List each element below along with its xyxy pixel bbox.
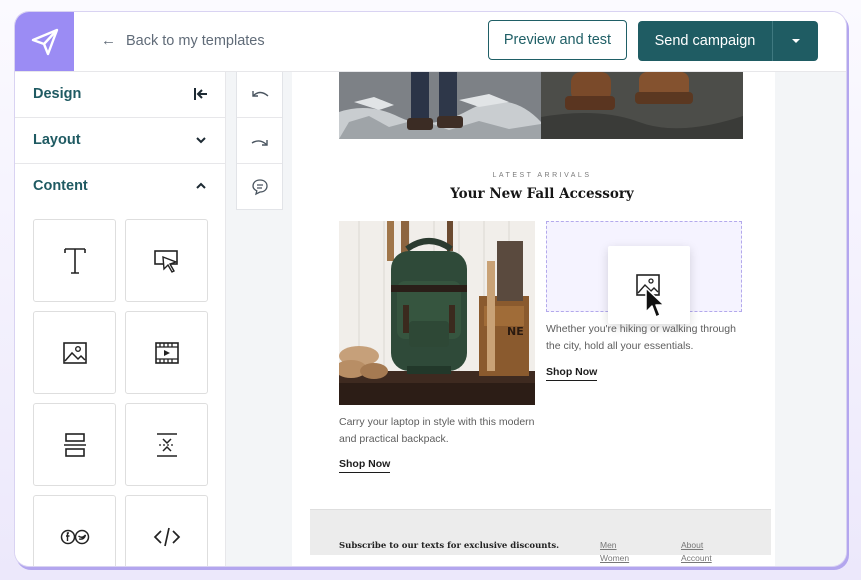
spacer-block[interactable] (125, 403, 208, 486)
caret-down-icon (791, 39, 800, 43)
right-shop-now-link[interactable]: Shop Now (546, 366, 598, 381)
chevron-up-icon (196, 182, 206, 189)
section-eyebrow: LATEST ARRIVALS (492, 172, 592, 179)
screenshot-frame: ← Back to my templates Preview and test … (0, 0, 861, 580)
footer-link-about[interactable]: About (681, 540, 703, 550)
footer-subscribe-text: Subscribe to our texts for exclusive dis… (339, 541, 560, 551)
collapse-left-icon[interactable] (193, 86, 209, 102)
spacer-block-icon (156, 432, 177, 457)
left-shop-now-link[interactable]: Shop Now (339, 458, 391, 473)
section-title: Your New Fall Accessory (450, 186, 634, 202)
social-block-icon (60, 529, 89, 544)
footer-link-men[interactable]: Men (600, 540, 617, 550)
back-link-label: Back to my templates (126, 32, 265, 49)
left-copy-line-1: Carry your laptop in style with this mod… (339, 416, 535, 428)
video-block-icon (154, 341, 179, 364)
right-product-copy: Whether you're hiking or walking through… (546, 321, 736, 355)
social-block[interactable] (33, 495, 116, 566)
backpack-image[interactable]: NE (339, 221, 535, 405)
send-campaign-label[interactable]: Send campaign (638, 21, 773, 61)
redo-button[interactable] (237, 118, 282, 164)
send-options-dropdown[interactable] (773, 21, 818, 61)
footer-link-account[interactable]: Account (681, 553, 712, 563)
sidebar-section-label: Design (33, 86, 82, 102)
dragged-image-block[interactable] (608, 246, 690, 324)
sidebar-section-content[interactable]: Content (15, 164, 225, 209)
cursor-arrow-icon (645, 287, 665, 318)
preview-and-test-button[interactable]: Preview and test (488, 20, 627, 60)
top-bar: ← Back to my templates Preview and test … (15, 12, 846, 72)
divider-block-icon (63, 432, 86, 457)
footer-link-women[interactable]: Women (600, 553, 629, 563)
left-product-copy: Carry your laptop in style with this mod… (339, 414, 535, 448)
right-copy-line-2: the city, hold all your essentials. (546, 340, 694, 352)
backpack-photo: NE (339, 221, 535, 405)
video-block[interactable] (125, 311, 208, 394)
app-logo[interactable] (15, 12, 74, 71)
left-copy-line-2: and practical backpack. (339, 433, 449, 445)
image-block-icon (62, 341, 87, 364)
back-to-templates-link[interactable]: ← Back to my templates (101, 32, 265, 49)
text-block-icon (63, 247, 86, 274)
html-block[interactable] (125, 495, 208, 566)
editor-sidebar: Design Layout Content (15, 72, 226, 566)
send-campaign-button[interactable]: Send campaign (638, 21, 818, 61)
chevron-down-icon (196, 137, 206, 144)
sidebar-section-design[interactable]: Design (15, 72, 225, 118)
sidebar-section-label: Layout (33, 132, 81, 148)
right-copy-line-1: Whether you're hiking or walking through (546, 323, 736, 335)
hero-image-graphic (339, 72, 743, 139)
sidebar-section-layout[interactable]: Layout (15, 118, 225, 164)
arrow-left-icon: ← (101, 32, 116, 49)
button-block[interactable] (125, 219, 208, 302)
text-block[interactable] (33, 219, 116, 302)
hero-image[interactable] (339, 72, 743, 139)
sidebar-section-label: Content (33, 178, 88, 194)
html-block-icon (153, 527, 180, 546)
divider-block[interactable] (33, 403, 116, 486)
comment-button[interactable] (237, 164, 282, 209)
button-block-icon (153, 249, 178, 273)
undo-icon (251, 90, 268, 97)
image-block[interactable] (33, 311, 116, 394)
history-toolbar-column (226, 72, 289, 566)
redo-icon (251, 139, 268, 146)
paper-plane-icon (31, 28, 58, 55)
undo-button[interactable] (237, 72, 282, 118)
email-footer: Subscribe to our texts for exclusive dis… (310, 509, 771, 563)
editor-window: ← Back to my templates Preview and test … (15, 12, 846, 566)
history-toolbar (236, 72, 283, 210)
svg-text:NE: NE (507, 325, 524, 338)
comment-icon (251, 178, 268, 195)
